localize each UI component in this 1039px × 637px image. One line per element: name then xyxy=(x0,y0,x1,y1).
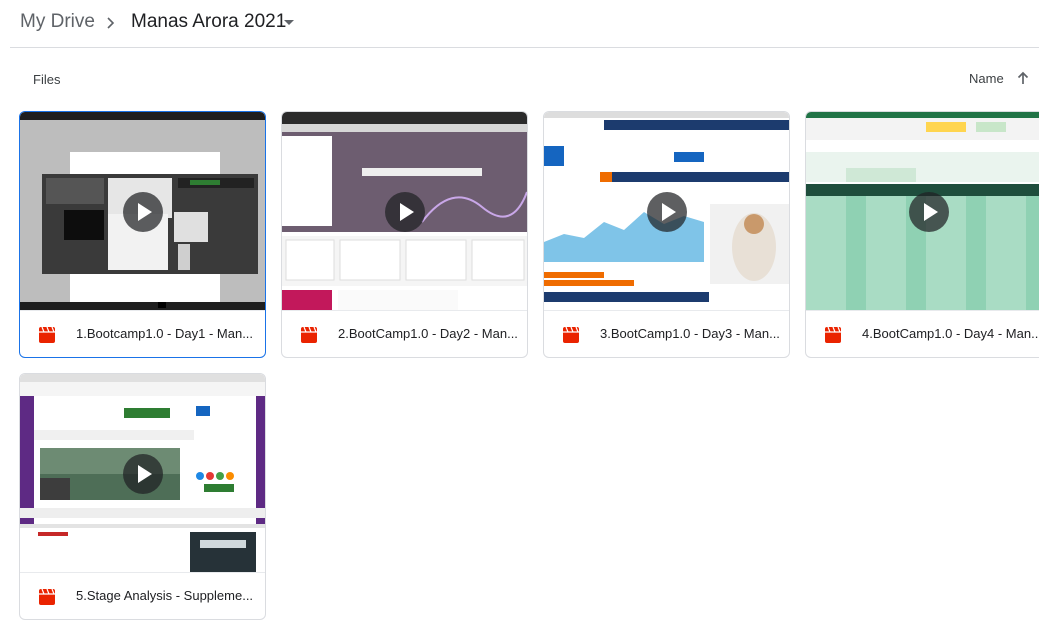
file-thumbnail xyxy=(20,112,265,310)
video-file-icon xyxy=(563,327,579,343)
file-name: 1.Bootcamp1.0 - Day1 - Man... xyxy=(76,326,254,341)
play-icon xyxy=(647,192,687,232)
play-icon xyxy=(123,192,163,232)
file-card[interactable]: 4.BootCamp1.0 - Day4 - Man... xyxy=(805,111,1039,358)
file-name: 4.BootCamp1.0 - Day4 - Man... xyxy=(862,326,1039,341)
sort-by-button[interactable]: Name xyxy=(969,71,1004,86)
file-card[interactable]: 2.BootCamp1.0 - Day2 - Man... xyxy=(281,111,528,358)
file-name: 3.BootCamp1.0 - Day3 - Man... xyxy=(600,326,780,341)
file-thumbnail xyxy=(806,112,1039,310)
video-file-icon xyxy=(825,327,841,343)
file-card[interactable]: 3.BootCamp1.0 - Day3 - Man... xyxy=(543,111,790,358)
file-meta: 3.BootCamp1.0 - Day3 - Man... xyxy=(544,310,789,357)
file-card[interactable]: 5.Stage Analysis - Suppleme... xyxy=(19,373,266,620)
file-thumbnail xyxy=(544,112,789,310)
header-divider xyxy=(10,47,1039,48)
chevron-right-icon xyxy=(107,17,115,29)
file-card[interactable]: 1.Bootcamp1.0 - Day1 - Man... xyxy=(19,111,266,358)
arrow-up-icon[interactable] xyxy=(1016,70,1030,86)
file-meta: 5.Stage Analysis - Suppleme... xyxy=(20,572,265,619)
section-label: Files xyxy=(33,72,61,87)
file-meta: 2.BootCamp1.0 - Day2 - Man... xyxy=(282,310,527,357)
file-thumbnail xyxy=(20,374,265,572)
breadcrumb-my-drive[interactable]: My Drive xyxy=(20,11,95,33)
breadcrumb-current-folder[interactable]: Manas Arora 2021 xyxy=(131,11,286,33)
breadcrumb: My Drive Manas Arora 2021 xyxy=(0,0,1039,48)
file-thumbnail xyxy=(282,112,527,310)
file-meta: 4.BootCamp1.0 - Day4 - Man... xyxy=(806,310,1039,357)
play-icon xyxy=(385,192,425,232)
video-file-icon xyxy=(301,327,317,343)
file-name: 2.BootCamp1.0 - Day2 - Man... xyxy=(338,326,518,341)
play-icon xyxy=(123,454,163,494)
play-icon xyxy=(909,192,949,232)
file-name: 5.Stage Analysis - Suppleme... xyxy=(76,588,254,603)
video-file-icon xyxy=(39,589,55,605)
video-file-icon xyxy=(39,327,55,343)
file-meta: 1.Bootcamp1.0 - Day1 - Man... xyxy=(20,310,265,357)
arrow-drop-down-icon[interactable] xyxy=(284,20,294,25)
